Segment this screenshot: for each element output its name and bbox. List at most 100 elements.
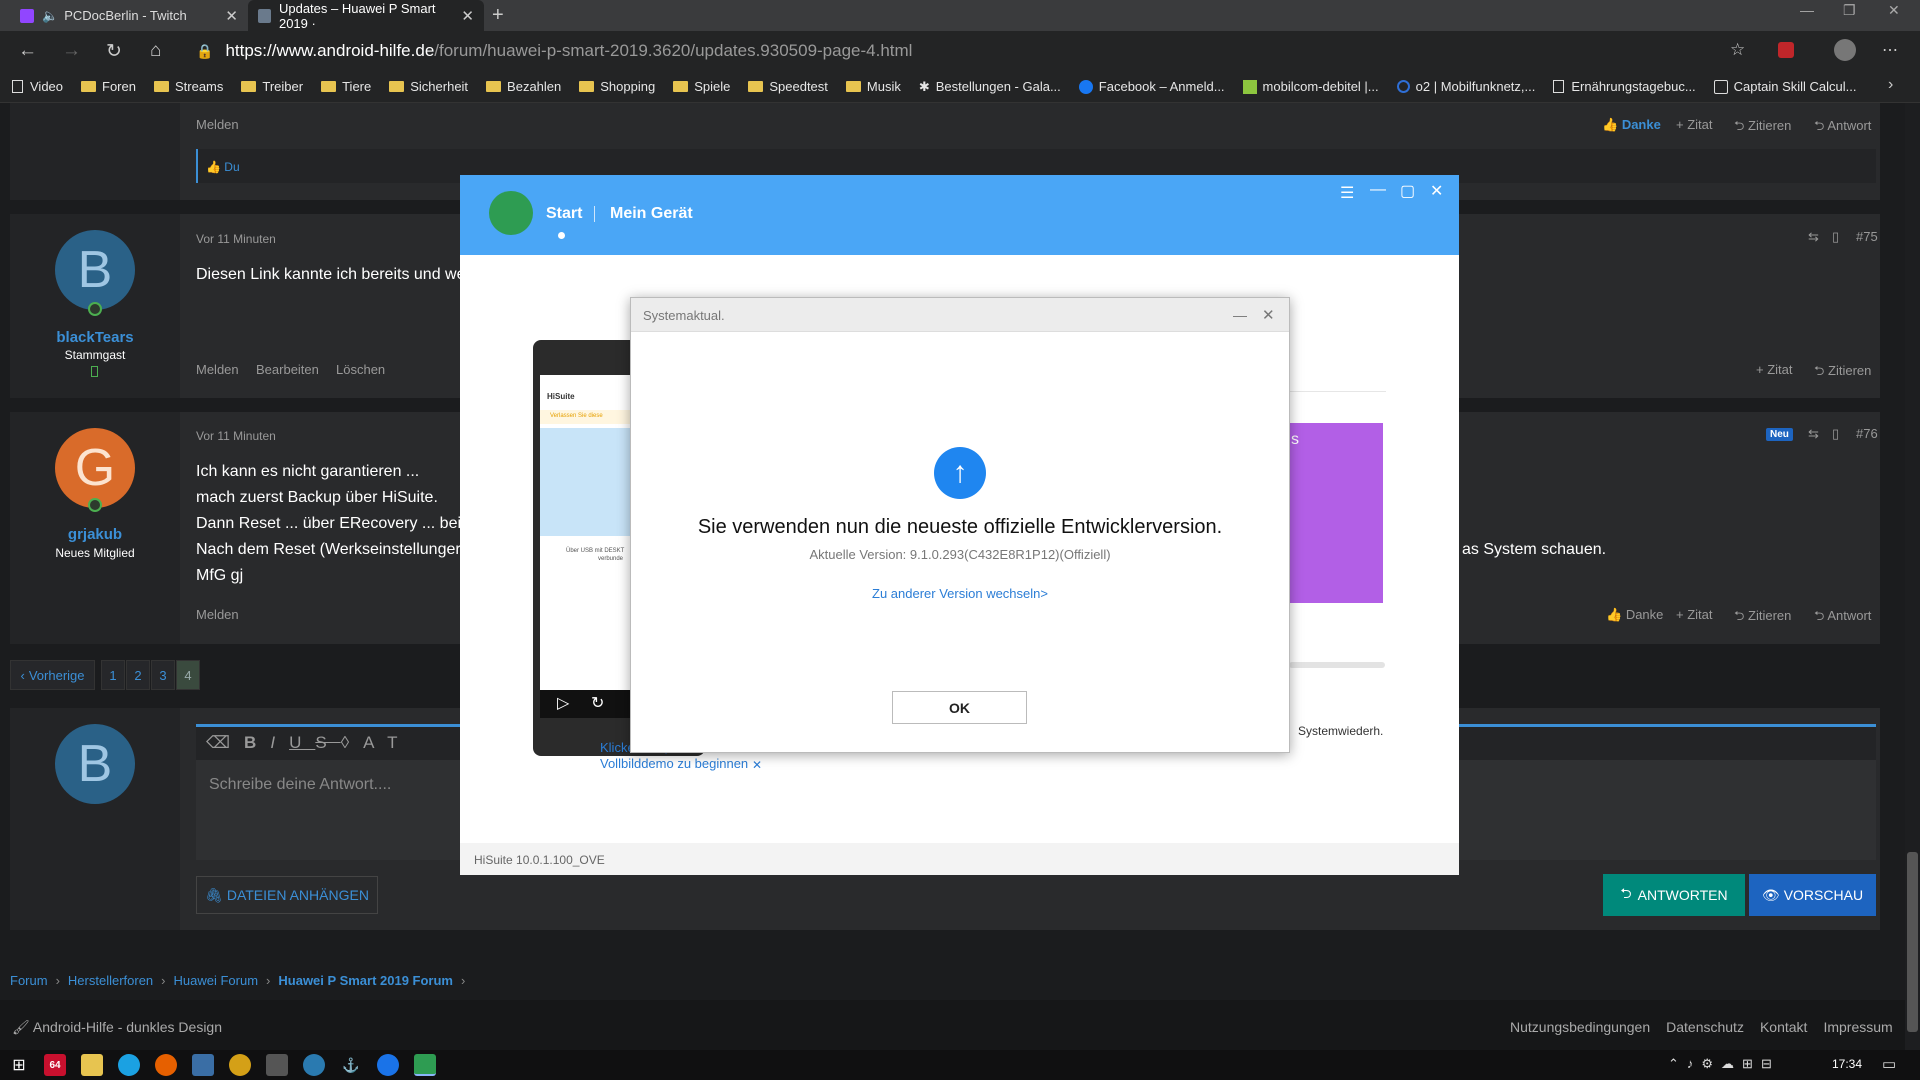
bookmark-facebook[interactable]: Facebook – Anmeld... — [1078, 79, 1225, 94]
clock[interactable]: 17:34 — [1832, 1057, 1862, 1071]
close-tab-icon[interactable]: ✕ — [461, 7, 474, 25]
system-tray[interactable]: ⌃♪⚙☁⊞⊟ — [1668, 1056, 1780, 1072]
pagination-page-4[interactable]: 4 — [176, 660, 200, 690]
system-restore-label[interactable]: Systemwiederh. — [1298, 724, 1383, 738]
profile-avatar[interactable] — [1834, 39, 1856, 61]
pagination-page-3[interactable]: 3 — [151, 660, 175, 690]
promo-card[interactable]: s — [1289, 423, 1383, 603]
report-link[interactable]: Melden — [196, 607, 239, 622]
app-64-icon[interactable]: 64 — [44, 1054, 66, 1076]
italic-icon[interactable]: I — [270, 733, 289, 752]
underline-icon[interactable]: U — [289, 733, 315, 752]
quote-button[interactable]: + Zitat — [1676, 607, 1713, 622]
bookmark-treiber[interactable]: Treiber — [241, 79, 303, 94]
eraser-icon[interactable]: ⌫ — [206, 733, 244, 752]
reply-button[interactable]: ⮌ Antwort — [1814, 117, 1871, 139]
breadcrumb-item[interactable]: Herstellerforen — [68, 973, 153, 988]
maximize-icon[interactable]: ▢ — [1400, 181, 1415, 201]
close-icon[interactable]: ✕ — [1430, 181, 1443, 201]
home-icon[interactable]: ⌂ — [150, 40, 161, 62]
tab-updates[interactable]: Updates – Huawei P Smart 2019 · ✕ — [248, 0, 484, 31]
bookmark-o2[interactable]: o2 | Mobilfunknetz,... — [1396, 79, 1535, 94]
strikethrough-icon[interactable]: S — [315, 733, 340, 752]
new-tab-icon[interactable]: + — [492, 4, 504, 27]
pagination-page-1[interactable]: 1 — [101, 660, 125, 690]
star-icon[interactable]: ☆ — [1730, 40, 1745, 60]
scrollbar-thumb[interactable] — [1907, 852, 1918, 1032]
bookmark-musik[interactable]: Musik — [845, 79, 901, 94]
windows-start-icon[interactable]: ⊞ — [8, 1054, 30, 1076]
bookmark-mobilcom[interactable]: mobilcom-debitel |... — [1242, 79, 1379, 94]
thanks-button[interactable]: 👍 Danke — [1606, 607, 1663, 623]
bold-icon[interactable]: B — [244, 733, 270, 752]
cite-button[interactable]: ⮌ Zitieren — [1734, 117, 1791, 139]
bookmark-shopping[interactable]: Shopping — [579, 79, 655, 94]
bookmark-speedtest[interactable]: Speedtest — [748, 79, 828, 94]
post-time[interactable]: Vor 11 Minuten — [196, 429, 276, 443]
ok-button[interactable]: OK — [892, 691, 1027, 724]
bookmark-sicherheit[interactable]: Sicherheit — [389, 79, 468, 94]
app-icon[interactable] — [377, 1054, 399, 1076]
app-icon[interactable] — [266, 1054, 288, 1076]
liked-by[interactable]: 👍 Du — [206, 160, 240, 174]
ublock-icon[interactable] — [1778, 42, 1794, 58]
breadcrumb-item[interactable]: Forum — [10, 973, 48, 988]
close-tab-icon[interactable]: ✕ — [225, 7, 238, 25]
font-icon[interactable]: T — [387, 733, 411, 752]
close-window-icon[interactable]: ✕ — [1888, 2, 1900, 19]
footer-link[interactable]: Impressum — [1823, 1019, 1892, 1035]
avatar[interactable]: B — [55, 230, 135, 310]
chevron-right-icon[interactable]: › — [1888, 76, 1893, 94]
bookmark-bezahlen[interactable]: Bezahlen — [486, 79, 561, 94]
hisuite-taskbar-icon[interactable] — [414, 1054, 436, 1076]
report-link[interactable]: Melden — [196, 117, 239, 132]
bookmark-icon[interactable]: ▯ — [1832, 229, 1839, 245]
share-icon[interactable]: ⇆ — [1808, 229, 1819, 245]
reply-button[interactable]: ⮌ Antwort — [1814, 607, 1871, 629]
report-link[interactable]: Melden — [196, 362, 239, 377]
footer-link[interactable]: Datenschutz — [1666, 1019, 1744, 1035]
thanks-button[interactable]: 👍 Danke — [1602, 117, 1661, 133]
minimize-icon[interactable]: — — [1370, 181, 1386, 199]
bookmark-bestellungen[interactable]: ✱ Bestellungen - Gala... — [919, 79, 1061, 95]
breadcrumb-item[interactable]: Huawei P Smart 2019 Forum — [278, 973, 453, 988]
switch-version-link[interactable]: Zu anderer Version wechseln> — [631, 586, 1289, 601]
avatar[interactable]: G — [55, 428, 135, 508]
pagination-prev[interactable]: ‹ Vorherige — [10, 660, 95, 690]
notifications-icon[interactable]: ▭ — [1882, 1055, 1896, 1073]
replay-icon[interactable]: ↻ — [591, 693, 604, 713]
edit-link[interactable]: Bearbeiten — [256, 362, 319, 377]
address-bar[interactable]: 🔒 https://www.android-hilfe.de/forum/hua… — [196, 36, 1751, 66]
menu-icon[interactable]: ☰ — [1340, 183, 1354, 203]
theme-switcher[interactable]: 🖌 Android-Hilfe - dunkles Design — [12, 1019, 222, 1036]
bookmark-tiere[interactable]: Tiere — [321, 79, 371, 94]
play-icon[interactable]: ▷ — [557, 693, 569, 713]
restore-window-icon[interactable]: ❐ — [1843, 2, 1856, 19]
bookmark-spiele[interactable]: Spiele — [673, 79, 730, 94]
nav-start[interactable]: Start — [546, 205, 582, 223]
share-icon[interactable]: ⇆ — [1808, 426, 1819, 442]
preview-button[interactable]: 👁 VORSCHAU — [1749, 874, 1876, 916]
bookmark-captain[interactable]: Captain Skill Calcul... — [1713, 79, 1857, 94]
breadcrumb-item[interactable]: Huawei Forum — [174, 973, 259, 988]
close-icon[interactable]: ✕ — [1262, 306, 1275, 324]
bookmark-icon[interactable]: ▯ — [1832, 426, 1839, 442]
bookmark-streams[interactable]: Streams — [153, 79, 223, 94]
firefox-icon[interactable] — [155, 1054, 177, 1076]
speaker-icon[interactable]: 🔈 — [42, 8, 58, 24]
username[interactable]: blackTears — [10, 329, 180, 346]
bookmark-foren[interactable]: Foren — [81, 79, 136, 94]
color-icon[interactable]: ◊ — [341, 733, 363, 752]
app-icon[interactable] — [192, 1054, 214, 1076]
delete-link[interactable]: Löschen — [336, 362, 385, 377]
menu-dots-icon[interactable]: ⋯ — [1882, 40, 1898, 60]
app-icon[interactable] — [229, 1054, 251, 1076]
forward-icon[interactable]: → — [62, 40, 81, 62]
reload-icon[interactable]: ↻ — [106, 40, 122, 63]
pagination-page-2[interactable]: 2 — [126, 660, 150, 690]
username[interactable]: grjakub — [10, 526, 180, 543]
cite-button[interactable]: ⮌ Zitieren — [1814, 362, 1871, 384]
bookmark-video[interactable]: Video — [12, 79, 63, 94]
post-time[interactable]: Vor 11 Minuten — [196, 232, 276, 246]
edge-icon[interactable] — [118, 1054, 140, 1076]
